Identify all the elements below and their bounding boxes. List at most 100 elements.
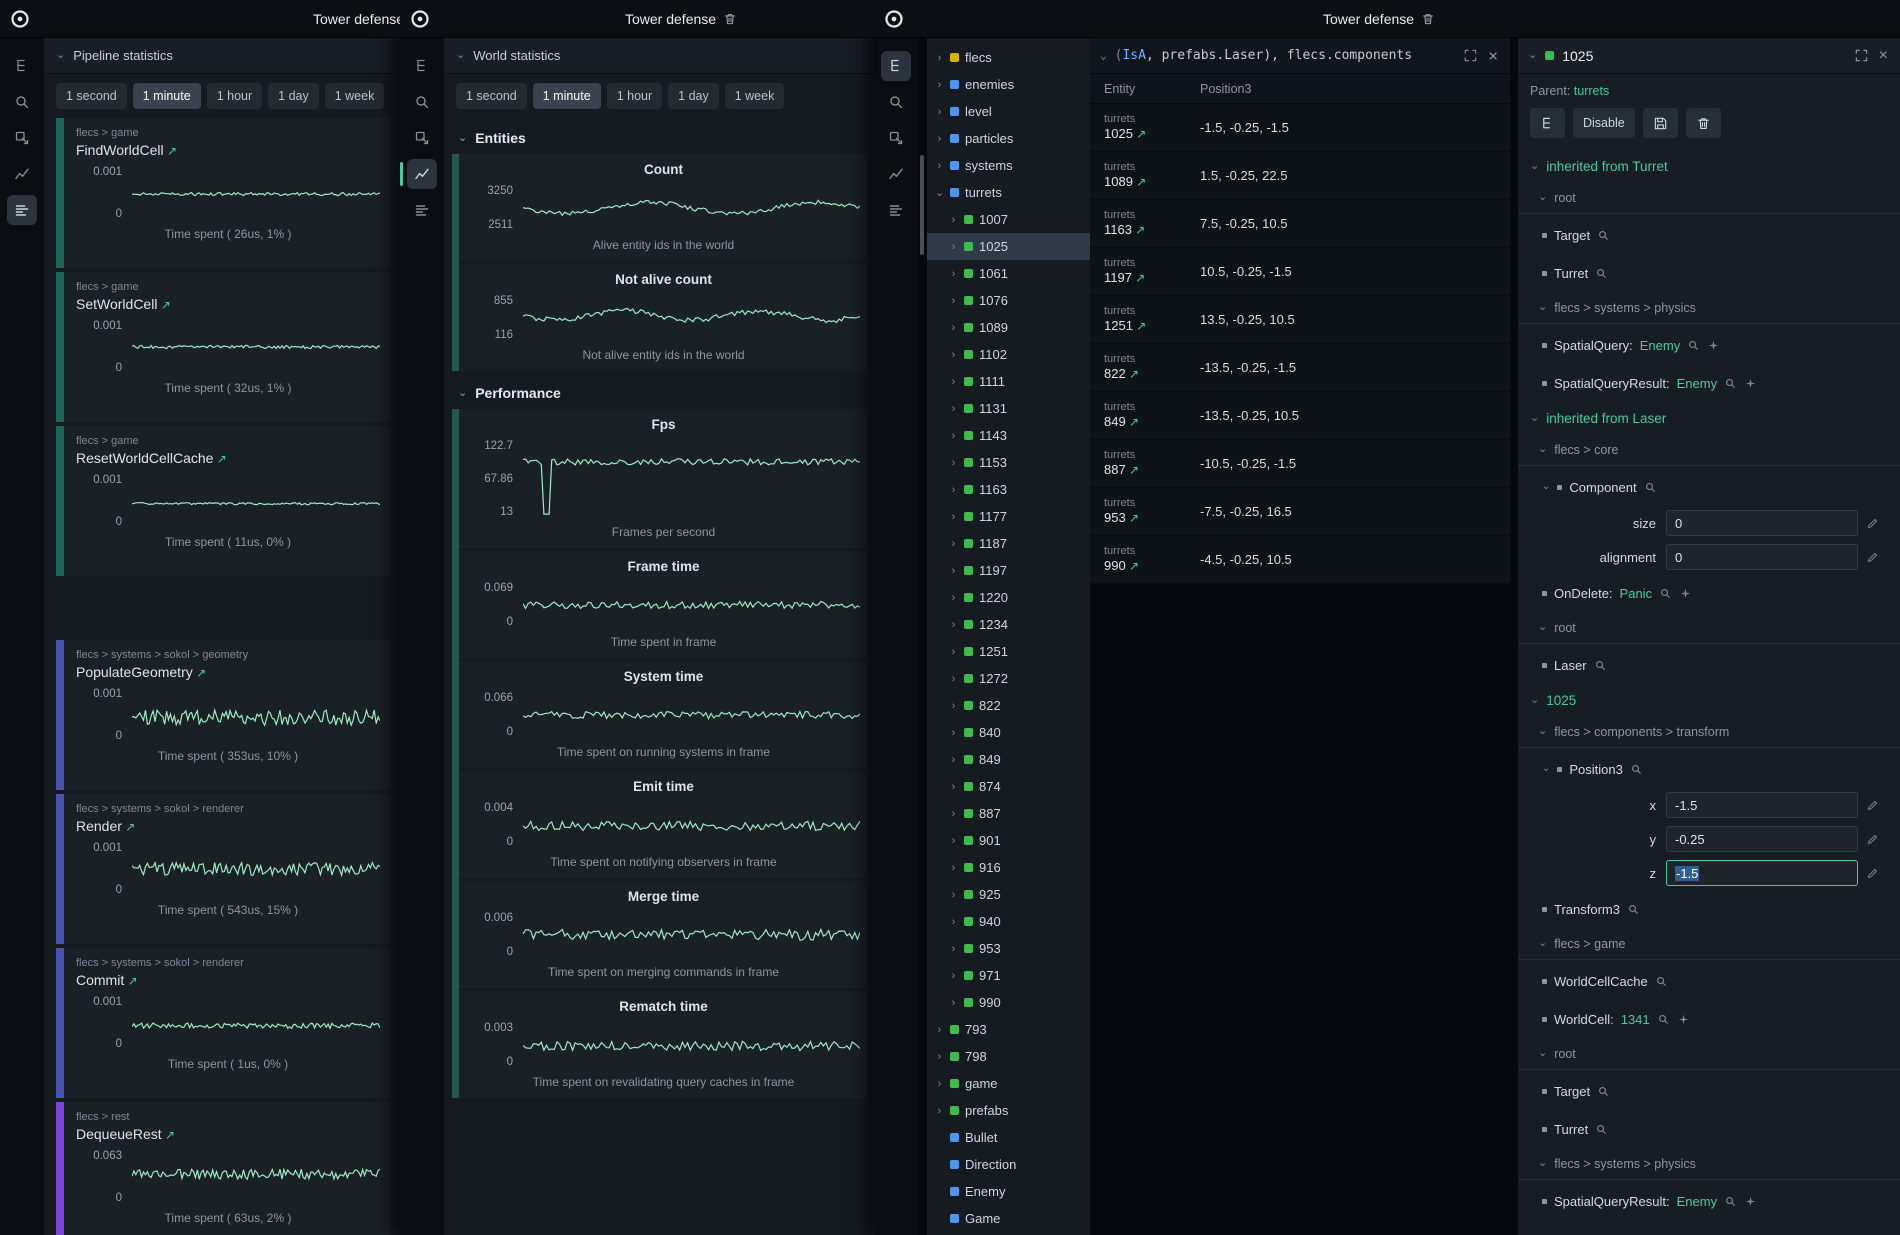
component-group-header[interactable]: ⌄flecs > systems > physics [1518, 292, 1900, 324]
tree-item-1131[interactable]: ›1131 [927, 395, 1090, 422]
range-button-1-minute[interactable]: 1 minute [133, 83, 201, 109]
chevron-right-icon[interactable]: › [949, 295, 958, 307]
chevron-right-icon[interactable]: › [949, 376, 958, 388]
component-row-Transform3[interactable]: Transform3 [1518, 890, 1900, 928]
tree-item-1143[interactable]: ›1143 [927, 422, 1090, 449]
tree-item-1220[interactable]: ›1220 [927, 584, 1090, 611]
tree-view-button[interactable] [1530, 108, 1565, 138]
chevron-down-icon[interactable]: ⌄ [1542, 482, 1550, 492]
external-link-icon[interactable]: ↗ [1133, 127, 1146, 141]
external-link-icon[interactable]: ↗ [1126, 463, 1139, 477]
flecs-logo-icon[interactable] [884, 9, 904, 29]
chevron-right-icon[interactable]: › [935, 79, 944, 91]
tree-item-990[interactable]: ›990 [927, 989, 1090, 1016]
chevron-right-icon[interactable]: › [935, 1051, 944, 1063]
flecs-logo-icon[interactable] [10, 9, 30, 29]
query-row-1089[interactable]: turrets1089 ↗1.5, -0.25, 22.5 [1090, 152, 1510, 200]
tree-item-849[interactable]: ›849 [927, 746, 1090, 773]
chevron-right-icon[interactable]: › [949, 268, 958, 280]
external-link-icon[interactable]: ↗ [193, 666, 206, 680]
stats-sidebar-button[interactable] [407, 195, 437, 225]
component-row-OnDelete[interactable]: OnDelete:Panic [1518, 574, 1900, 612]
chevron-right-icon[interactable]: › [949, 538, 958, 550]
tree-item-1076[interactable]: ›1076 [927, 287, 1090, 314]
external-link-icon[interactable]: ↗ [164, 144, 177, 158]
parent-link[interactable]: turrets [1574, 84, 1609, 98]
component-group-header[interactable]: ⌄root [1518, 612, 1900, 644]
chevron-right-icon[interactable]: › [949, 565, 958, 577]
component-row-WorldCell[interactable]: WorldCell:1341 [1518, 1000, 1900, 1038]
trash-icon[interactable] [1421, 12, 1435, 26]
chevron-right-icon[interactable]: › [949, 673, 958, 685]
chevron-right-icon[interactable]: › [949, 808, 958, 820]
tree-item-1177[interactable]: ›1177 [927, 503, 1090, 530]
tree-item-Enemy[interactable]: Enemy [927, 1178, 1090, 1205]
save-button[interactable] [1643, 108, 1678, 138]
tree-item-turrets[interactable]: ⌄turrets [927, 179, 1090, 206]
tree-item-enemies[interactable]: ›enemies [927, 71, 1090, 98]
component-row-SpatialQuery[interactable]: SpatialQuery:Enemy [1518, 326, 1900, 364]
chevron-right-icon[interactable]: › [949, 619, 958, 631]
chevron-right-icon[interactable]: › [935, 52, 944, 64]
query-row-1251[interactable]: turrets1251 ↗13.5, -0.25, 10.5 [1090, 296, 1510, 344]
inspector-section-header[interactable]: ⌄inherited from Laser [1518, 402, 1900, 434]
chevron-right-icon[interactable]: › [949, 862, 958, 874]
range-button-1-week[interactable]: 1 week [325, 83, 385, 109]
section-header-entities[interactable]: ⌄Entities [452, 120, 868, 154]
query-row-990[interactable]: turrets990 ↗-4.5, -0.25, 10.5 [1090, 536, 1510, 584]
component-row-Target[interactable]: Target [1518, 216, 1900, 254]
component-row-Turret[interactable]: Turret [1518, 1110, 1900, 1148]
query-row-1197[interactable]: turrets1197 ↗10.5, -0.25, -1.5 [1090, 248, 1510, 296]
tree-item-901[interactable]: ›901 [927, 827, 1090, 854]
component-row-Turret[interactable]: Turret [1518, 254, 1900, 292]
component-value[interactable]: 1341 [1621, 1012, 1650, 1027]
query-row-953[interactable]: turrets953 ↗-7.5, -0.25, 16.5 [1090, 488, 1510, 536]
section-header-performance[interactable]: ⌄Performance [452, 375, 868, 409]
tree-item-flecs[interactable]: ›flecs [927, 44, 1090, 71]
external-link-icon[interactable]: ↗ [1133, 175, 1146, 189]
inspect-sidebar-button[interactable] [881, 123, 911, 153]
chevron-right-icon[interactable]: › [949, 781, 958, 793]
chevron-right-icon[interactable]: › [949, 430, 958, 442]
query-row-1025[interactable]: turrets1025 ↗-1.5, -0.25, -1.5 [1090, 104, 1510, 152]
flecs-logo-icon[interactable] [410, 9, 430, 29]
query-row-1163[interactable]: turrets1163 ↗7.5, -0.25, 10.5 [1090, 200, 1510, 248]
range-button-1-second[interactable]: 1 second [56, 83, 127, 109]
tree-sidebar-button[interactable] [407, 51, 437, 81]
external-link-icon[interactable]: ↗ [124, 974, 137, 988]
chevron-right-icon[interactable]: › [949, 727, 958, 739]
query-row-822[interactable]: turrets822 ↗-13.5, -0.25, -1.5 [1090, 344, 1510, 392]
query-row-849[interactable]: turrets849 ↗-13.5, -0.25, 10.5 [1090, 392, 1510, 440]
tree-item-1089[interactable]: ›1089 [927, 314, 1090, 341]
component-row-Target[interactable]: Target [1518, 1072, 1900, 1110]
tree-item-1007[interactable]: ›1007 [927, 206, 1090, 233]
tree-item-874[interactable]: ›874 [927, 773, 1090, 800]
tree-item-940[interactable]: ›940 [927, 908, 1090, 935]
inspector-section-header[interactable]: ⌄1025 [1518, 684, 1900, 716]
chevron-right-icon[interactable]: › [949, 997, 958, 1009]
tree-item-1272[interactable]: ›1272 [927, 665, 1090, 692]
component-row-SpatialQueryResult[interactable]: SpatialQueryResult:Enemy [1518, 364, 1900, 402]
tree-item-1187[interactable]: ›1187 [927, 530, 1090, 557]
range-button-1-minute[interactable]: 1 minute [533, 83, 601, 109]
field-input-alignment[interactable]: 0 [1666, 544, 1858, 570]
range-button-1-day[interactable]: 1 day [268, 83, 319, 109]
chart-sidebar-button[interactable] [881, 159, 911, 189]
tree-item-Game[interactable]: Game [927, 1205, 1090, 1232]
tree-item-840[interactable]: ›840 [927, 719, 1090, 746]
range-button-1-day[interactable]: 1 day [668, 83, 719, 109]
tree-item-game[interactable]: ›game [927, 1070, 1090, 1097]
component-group-header[interactable]: ⌄flecs > systems > physics [1518, 1148, 1900, 1180]
search-sidebar-button[interactable] [7, 87, 37, 117]
range-button-1-week[interactable]: 1 week [725, 83, 785, 109]
stats-sidebar-button[interactable] [7, 195, 37, 225]
tree-item-822[interactable]: ›822 [927, 692, 1090, 719]
inspect-sidebar-button[interactable] [7, 123, 37, 153]
chevron-down-icon[interactable]: ⌄ [1100, 50, 1107, 61]
component-group-header[interactable]: ⌄flecs > core [1518, 434, 1900, 466]
chevron-right-icon[interactable]: › [949, 457, 958, 469]
disable-button[interactable]: Disable [1573, 108, 1635, 138]
component-group-header[interactable]: ⌄root [1518, 182, 1900, 214]
external-link-icon[interactable]: ↗ [1133, 319, 1146, 333]
external-link-icon[interactable]: ↗ [1126, 511, 1139, 525]
